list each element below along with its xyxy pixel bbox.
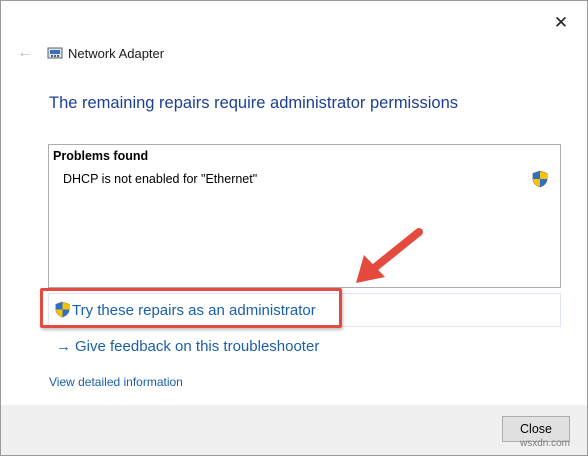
view-details-link[interactable]: View detailed information [49, 375, 183, 389]
problems-list: Problems found DHCP is not enabled for "… [48, 144, 561, 288]
troubleshooter-window: ✕ ← Network Adapter The remaining repair… [0, 0, 588, 456]
problems-header: Problems found [53, 149, 149, 163]
uac-shield-icon [532, 170, 548, 188]
window-title: Network Adapter [68, 46, 165, 61]
watermark: wsxdn.com [520, 438, 571, 449]
close-icon[interactable]: ✕ [549, 11, 573, 35]
problem-item: DHCP is not enabled for "Ethernet" [63, 172, 258, 186]
network-adapter-icon [47, 47, 63, 59]
page-heading: The remaining repairs require administra… [49, 94, 458, 112]
feedback-label[interactable]: Give feedback on this troubleshooter [75, 338, 319, 355]
arrow-right-icon: → [56, 338, 71, 355]
feedback-link[interactable]: → Give feedback on this troubleshooter [56, 338, 319, 356]
back-arrow-icon[interactable]: ← [17, 43, 37, 63]
dialog-footer: Close [1, 405, 587, 455]
annotation-arrow-icon [356, 228, 423, 283]
highlight-box [40, 288, 342, 328]
